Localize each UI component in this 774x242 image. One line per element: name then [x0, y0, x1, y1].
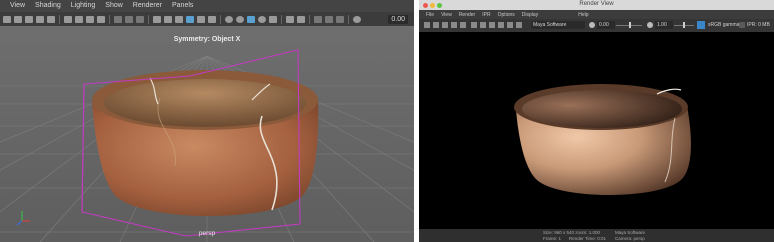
- toolbar-divider: [109, 14, 110, 24]
- ipr-render-icon[interactable]: [433, 22, 439, 28]
- textured-icon[interactable]: [186, 15, 194, 23]
- film-gate-icon[interactable]: [75, 15, 83, 23]
- shadows-icon[interactable]: [208, 15, 216, 23]
- zoom-one-icon[interactable]: [489, 22, 495, 28]
- keep-image-icon[interactable]: [471, 22, 477, 28]
- viewport-toolbar: 0.00: [0, 12, 414, 26]
- status-size: Size: 960 x 540 zoom: 1.000: [543, 230, 601, 235]
- menu-lighting[interactable]: Lighting: [61, 0, 96, 12]
- toolbar-divider: [148, 14, 149, 24]
- maya-viewport-panel: View Shading Lighting Show Renderer Pane…: [0, 0, 414, 242]
- exposure-value-field[interactable]: 0.00: [388, 14, 408, 24]
- render-view-menu-bar: File View Render IPR Options Display Hel…: [419, 10, 774, 19]
- rv-menu-file[interactable]: File: [419, 12, 434, 18]
- rendered-bowl: [514, 84, 691, 195]
- gamma-icon[interactable]: [647, 22, 653, 28]
- rgb-channel-icon[interactable]: [498, 22, 504, 28]
- snapshot-icon[interactable]: [442, 22, 448, 28]
- redo-render-icon[interactable]: [424, 22, 430, 28]
- render-view-toolbar: Maya Software 0.00 1.00 sRGB gamma IPR: …: [419, 19, 774, 32]
- xray-active-icon[interactable]: [297, 15, 305, 23]
- xray-icon[interactable]: [225, 15, 233, 23]
- camera-attributes-icon[interactable]: [14, 15, 22, 23]
- pane-layout-icon[interactable]: [336, 15, 344, 23]
- exposure-icon[interactable]: [353, 15, 361, 23]
- toolbar-divider: [348, 14, 349, 24]
- rv-menu-help[interactable]: Help: [538, 12, 588, 18]
- render-image-canvas[interactable]: [419, 32, 774, 229]
- exposure-icon[interactable]: [589, 22, 595, 28]
- render-region-icon[interactable]: [451, 22, 457, 28]
- wireframe-icon[interactable]: [153, 15, 161, 23]
- camera-icon[interactable]: [3, 15, 11, 23]
- window-title-bar: Render View: [419, 0, 774, 10]
- status-render-time: Render Time: 0:01: [569, 236, 607, 241]
- menu-renderer[interactable]: Renderer: [123, 0, 162, 12]
- field-chart-icon[interactable]: [114, 15, 122, 23]
- rv-menu-render[interactable]: Render: [452, 12, 475, 18]
- gamma-slider-handle[interactable]: [683, 22, 685, 28]
- gamma-field[interactable]: 1.00: [655, 21, 673, 29]
- use-lights-icon[interactable]: [197, 15, 205, 23]
- render-status-bar: Size: 960 x 540 zoom: 1.000 Maya Softwar…: [419, 229, 774, 242]
- xray-joints-icon[interactable]: [236, 15, 244, 23]
- resolution-gate-icon[interactable]: [86, 15, 94, 23]
- alpha-channel-icon[interactable]: [507, 22, 513, 28]
- ambient-occlusion-icon[interactable]: [247, 15, 255, 23]
- exposure-field[interactable]: 0.00: [597, 21, 615, 29]
- renderer-select[interactable]: Maya Software: [531, 21, 585, 29]
- axis-gizmo: [16, 211, 30, 226]
- rv-menu-ipr[interactable]: IPR: [475, 12, 490, 18]
- grid-icon[interactable]: [64, 15, 72, 23]
- ipr-memory-label: IPR: 0 MB: [747, 22, 770, 28]
- menu-shading[interactable]: Shading: [25, 0, 61, 12]
- remove-image-icon[interactable]: [480, 22, 486, 28]
- smooth-shade-icon[interactable]: [164, 15, 172, 23]
- refresh-icon[interactable]: [460, 22, 466, 28]
- toolbar-divider: [59, 14, 60, 24]
- camera-ui-icon[interactable]: [314, 15, 322, 23]
- status-camera: Camera: persp: [615, 236, 645, 241]
- status-frame: Frame: 1: [543, 236, 562, 241]
- toolbar-divider: [220, 14, 221, 24]
- rv-menu-options[interactable]: Options: [491, 12, 515, 18]
- window-title: Render View: [579, 1, 614, 7]
- luminance-icon[interactable]: [516, 22, 522, 28]
- isolate-select-icon[interactable]: [286, 15, 294, 23]
- colorspace-label[interactable]: sRGB gamma: [708, 22, 739, 28]
- perspective-viewport[interactable]: [0, 26, 414, 242]
- bookmark-icon[interactable]: [25, 15, 33, 23]
- rv-menu-display[interactable]: Display: [515, 12, 538, 18]
- symmetry-label: Symmetry: Object X: [173, 36, 241, 43]
- menu-view[interactable]: View: [0, 0, 25, 12]
- rv-menu-view[interactable]: View: [434, 12, 452, 18]
- exposure-slider-handle[interactable]: [629, 22, 631, 28]
- menu-show[interactable]: Show: [95, 0, 123, 12]
- status-renderer: Maya Software: [615, 230, 646, 235]
- image-plane-icon[interactable]: [36, 15, 44, 23]
- safe-title-icon[interactable]: [136, 15, 144, 23]
- gate-mask-icon[interactable]: [97, 15, 105, 23]
- hud-icon[interactable]: [325, 15, 333, 23]
- viewport-menu-bar: View Shading Lighting Show Renderer Pane…: [0, 0, 414, 12]
- toolbar-divider: [309, 14, 310, 24]
- ipr-memory-icon: [739, 22, 745, 28]
- menu-panels[interactable]: Panels: [162, 0, 193, 12]
- motion-blur-icon[interactable]: [258, 15, 266, 23]
- anti-aliasing-icon[interactable]: [269, 15, 277, 23]
- grease-pencil-icon[interactable]: [47, 15, 55, 23]
- wireframe-on-shaded-icon[interactable]: [175, 15, 183, 23]
- render-view-window: Render View File View Render IPR Options…: [419, 0, 774, 242]
- safe-action-icon[interactable]: [125, 15, 133, 23]
- toolbar-divider: [281, 14, 282, 24]
- color-management-toggle-icon[interactable]: [697, 21, 705, 29]
- bowl-model[interactable]: [92, 70, 319, 216]
- camera-name-label: persp: [198, 230, 216, 237]
